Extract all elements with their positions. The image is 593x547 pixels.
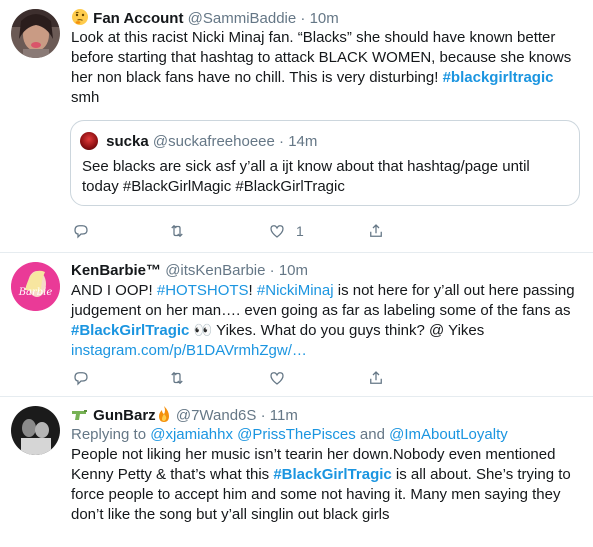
display-name[interactable]: KenBarbie™ (71, 262, 161, 279)
share-icon (370, 224, 382, 237)
tweet-actions (71, 368, 571, 388)
text-segment: 👀 Yikes. What do you guys think? @ Yikes (189, 322, 489, 339)
quoted-tweet-text: See blacks are sick asf y’all a ijt know… (82, 158, 530, 195)
tweet-actions: 1 (71, 221, 571, 241)
hashtag-link[interactable]: #blackgirltragic (443, 69, 554, 86)
timeline-feed: Fan Account @SammiBaddie · 10m Look at t… (0, 0, 593, 547)
mention-link[interactable]: @PrissThePisces (237, 426, 356, 443)
tweet[interactable]: Fan Account @SammiBaddie · 10m Look at t… (0, 0, 593, 253)
tweet[interactable]: Barbie KenBarbie™ @itsKenBarbie · 10m AN… (0, 253, 593, 397)
separator-dot: · (300, 10, 306, 27)
timestamp[interactable]: 11m (270, 407, 298, 424)
share-button[interactable] (367, 368, 385, 388)
timestamp[interactable]: 10m (310, 10, 339, 27)
replying-prefix: Replying to (71, 426, 151, 443)
share-icon (370, 371, 382, 384)
reply-button[interactable] (72, 368, 90, 388)
fire-icon (156, 405, 172, 425)
text-segment: ! (248, 282, 257, 299)
quoted-avatar (80, 132, 98, 150)
display-name[interactable]: GunBarz (93, 407, 156, 424)
avatar-photo (11, 9, 60, 58)
like-button[interactable]: 1 (268, 221, 304, 241)
quoted-tweet-header: sucka @suckafreehoeee · 14m (80, 132, 317, 152)
mention-link[interactable]: @ImAboutLoyalty (389, 426, 508, 443)
mention-link[interactable]: @xjamiahhx (150, 426, 233, 443)
like-count: 1 (296, 223, 304, 239)
avatar[interactable] (11, 406, 60, 455)
user-handle[interactable]: @7Wand6S (176, 407, 257, 424)
text-segment: AND I OOP! (71, 282, 157, 299)
external-link[interactable]: instagram.com/p/B1DAVrmhZgw/… (71, 342, 307, 359)
replying-and: and (355, 426, 390, 443)
user-handle[interactable]: @SammiBaddie (188, 10, 297, 27)
avatar-logo-text: Barbie (18, 287, 53, 298)
retweet-button[interactable] (168, 368, 186, 388)
separator-dot: · (279, 133, 285, 150)
quoted-tweet[interactable]: sucka @suckafreehoeee · 14m See blacks a… (70, 120, 580, 206)
reply-button[interactable] (72, 221, 90, 241)
share-button[interactable] (367, 221, 385, 241)
tweet-text: People not liking her music isn’t tearin… (71, 445, 581, 525)
reply-icon (74, 225, 88, 239)
avatar[interactable]: Barbie (11, 262, 60, 311)
like-button[interactable] (268, 368, 286, 388)
tweet-header: GunBarz @7Wand6S · 11m (71, 405, 581, 425)
like-icon (270, 372, 284, 385)
tweet-header: Fan Account @SammiBaddie · 10m (71, 8, 581, 28)
hashtag-link[interactable]: #BlackGirlTragic (273, 466, 391, 483)
water-pistol-icon (71, 405, 89, 425)
tweet[interactable]: GunBarz @7Wand6S · 11m Replying to @xjam… (0, 397, 593, 547)
user-handle[interactable]: @itsKenBarbie (165, 262, 265, 279)
replying-to: Replying to @xjamiahhx @PrissThePisces a… (71, 425, 581, 445)
hashtag-link[interactable]: #BlackGirlTragic (71, 322, 189, 339)
retweet-icon (171, 224, 183, 238)
hashtag-link[interactable]: #NickiMinaj (257, 282, 334, 299)
display-name[interactable]: Fan Account (93, 10, 183, 27)
tweet-text: AND I OOP! #HOTSHOTS! #NickiMinaj is not… (71, 281, 581, 361)
quoted-timestamp: 14m (288, 133, 318, 150)
timestamp[interactable]: 10m (279, 262, 308, 279)
hashtag-link[interactable]: #HOTSHOTS (157, 282, 249, 299)
like-icon (270, 225, 284, 238)
reply-icon (74, 372, 88, 386)
thinking-face-icon (71, 8, 89, 28)
quoted-user-handle: @suckafreehoeee (152, 133, 275, 150)
avatar[interactable] (11, 9, 60, 58)
tweet-header: KenBarbie™ @itsKenBarbie · 10m (71, 261, 581, 281)
avatar-photo: Barbie (11, 262, 60, 311)
tweet-text: Look at this racist Nicki Minaj fan. “Bl… (71, 28, 581, 108)
separator-dot: · (269, 262, 275, 279)
separator-dot: · (260, 407, 266, 424)
retweet-button[interactable] (168, 221, 186, 241)
avatar-photo (11, 406, 60, 455)
quoted-display-name: sucka (106, 133, 149, 150)
retweet-icon (171, 371, 183, 385)
